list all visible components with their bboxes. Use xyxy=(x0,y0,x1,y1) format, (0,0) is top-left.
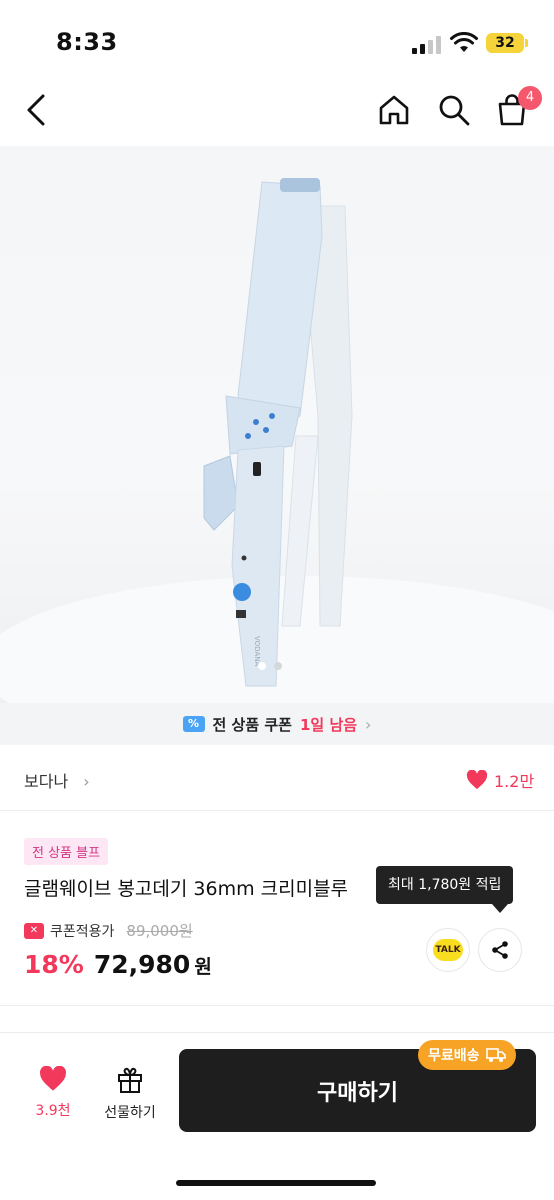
coupon-remaining: 1일 남음 xyxy=(299,715,358,734)
cart-count-badge: 4 xyxy=(518,86,542,110)
gift-button[interactable]: 선물하기 xyxy=(96,1064,164,1122)
coupon-icon: % xyxy=(182,716,205,732)
price-row: 18% 72,980 원 xyxy=(24,950,212,979)
brand-like-button[interactable]: 1.2만 xyxy=(466,768,534,792)
pagination-dot-active[interactable] xyxy=(258,662,266,670)
wishlist-button[interactable]: 3.9천 xyxy=(24,1065,82,1120)
free-shipping-label: 무료배송 xyxy=(428,1048,480,1064)
wifi-icon xyxy=(450,32,478,52)
divider xyxy=(0,810,554,811)
battery-tip xyxy=(525,39,528,47)
wishlist-count: 3.9천 xyxy=(35,1103,71,1119)
home-indicator xyxy=(176,1180,376,1186)
tooltip-arrow xyxy=(492,904,508,913)
image-pagination[interactable] xyxy=(258,662,282,670)
heart-icon xyxy=(40,1065,66,1091)
coupon-banner[interactable]: % 전 상품 쿠폰 1일 남음 › xyxy=(0,703,554,745)
back-icon xyxy=(27,94,45,126)
brand-link[interactable]: 보다나 › xyxy=(24,768,90,792)
sale-price: 72,980 xyxy=(93,950,191,979)
chevron-right-icon: › xyxy=(83,772,90,791)
truck-icon xyxy=(485,1048,506,1062)
kakao-talk-icon: TALK xyxy=(433,939,463,961)
battery-indicator: 32 xyxy=(486,33,524,53)
divider xyxy=(0,1005,554,1006)
original-price: 89,000원 xyxy=(126,922,193,940)
pagination-dot[interactable] xyxy=(274,662,282,670)
share-button[interactable] xyxy=(478,928,522,972)
home-button[interactable] xyxy=(374,90,414,130)
chevron-right-icon: › xyxy=(365,714,372,734)
share-icon xyxy=(492,941,508,959)
brand-name: 보다나 xyxy=(24,772,69,791)
price-unit: 원 xyxy=(194,956,212,978)
coupon-price-label: 쿠폰적용가 xyxy=(50,923,115,940)
coupon-price-row: ✕ 쿠폰적용가 89,000원 xyxy=(24,920,193,941)
discount-rate: 18% xyxy=(24,950,84,979)
cellular-signal-icon xyxy=(412,36,441,54)
coupon-tag-icon: ✕ xyxy=(24,922,44,939)
brand-like-count: 1.2만 xyxy=(494,772,535,791)
gift-icon xyxy=(118,1067,142,1093)
product-title: 글램웨이브 봉고데기 36mm 크리미블루 xyxy=(24,878,349,900)
heart-icon xyxy=(466,770,488,790)
coupon-banner-text: 전 상품 쿠폰 xyxy=(212,715,292,734)
gift-label: 선물하기 xyxy=(104,1105,156,1121)
curling-iron-illustration: VODANA xyxy=(0,178,554,704)
search-button[interactable] xyxy=(434,90,474,130)
status-time: 8:33 xyxy=(56,28,118,56)
kakao-talk-button[interactable]: TALK xyxy=(426,928,470,972)
product-image[interactable]: VODANA xyxy=(0,146,554,704)
free-shipping-badge: 무료배송 xyxy=(418,1040,516,1070)
point-tooltip: 최대 1,780원 적립 xyxy=(376,866,514,904)
home-icon xyxy=(379,95,409,125)
search-icon xyxy=(439,95,470,126)
back-button[interactable] xyxy=(18,90,54,130)
promo-tag: 전 상품 블프 xyxy=(24,838,109,865)
